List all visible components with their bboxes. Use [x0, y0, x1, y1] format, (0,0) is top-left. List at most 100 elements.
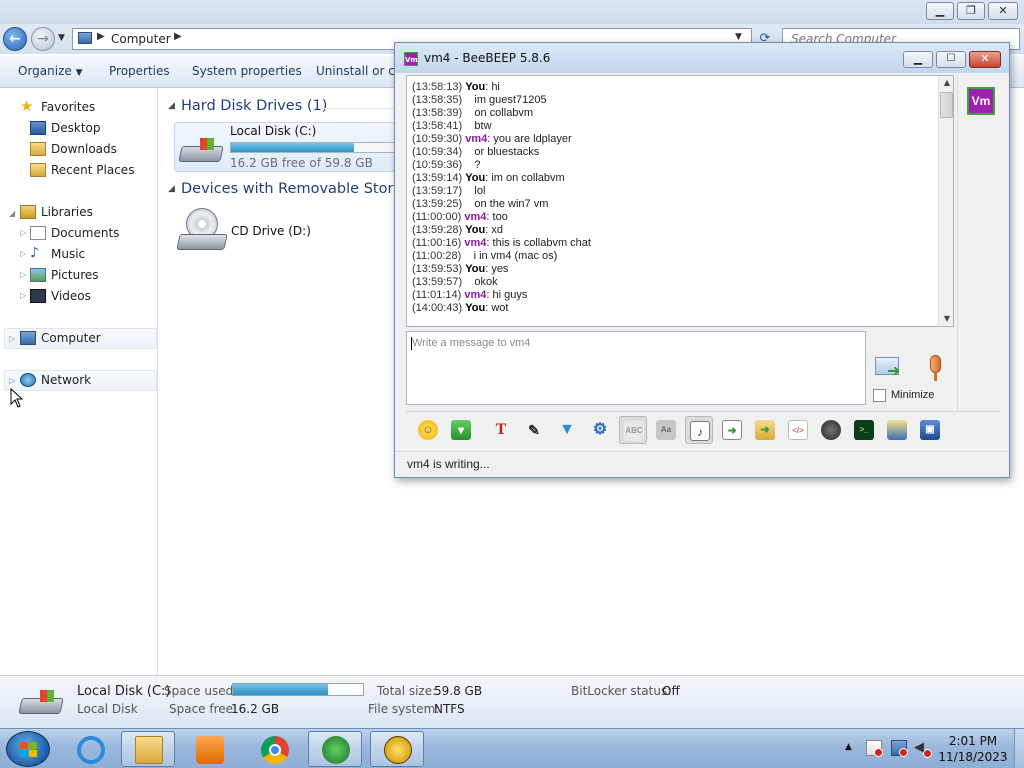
message-text: ?: [474, 159, 481, 171]
html-icon[interactable]: </>: [784, 416, 812, 444]
organize-label: Organize: [18, 64, 72, 78]
save-chat-icon[interactable]: ▾: [447, 416, 475, 444]
taskbar-internet-explorer[interactable]: [63, 731, 117, 767]
chat-message: (11:00:28) i in vm4 (mac os): [412, 250, 557, 262]
show-hidden-icons-icon[interactable]: ▲: [845, 742, 852, 752]
network-tray-icon[interactable]: [891, 740, 908, 757]
show-desktop-button[interactable]: [1014, 729, 1024, 768]
message-sender: vm4: [464, 289, 487, 301]
breadcrumb-arrow-icon[interactable]: ▶: [174, 31, 182, 42]
start-button[interactable]: [6, 731, 50, 767]
properties-button[interactable]: Properties: [109, 64, 170, 78]
voice-message-button[interactable]: [924, 353, 946, 383]
chat-members-panel: Vm: [957, 75, 1001, 411]
word-complete-icon[interactable]: Aa: [652, 416, 680, 444]
cd-drive-name[interactable]: CD Drive (D:): [231, 224, 311, 238]
message-text: i in vm4 (mac os): [473, 250, 558, 262]
nav-label: Computer: [41, 331, 101, 345]
collapse-group-icon[interactable]: ◢: [168, 101, 175, 111]
removable-group-header[interactable]: Devices with Removable Storage: [181, 181, 420, 197]
font-icon[interactable]: T: [487, 416, 515, 444]
filter-icon[interactable]: ▼: [553, 416, 581, 444]
message-sender: You: [465, 302, 486, 314]
scroll-down-icon[interactable]: ▼: [939, 312, 953, 326]
sound-icon[interactable]: ♪: [685, 416, 713, 444]
recent-pages-chevron-icon[interactable]: ▼: [58, 33, 65, 43]
restore-button[interactable]: ❐: [957, 2, 985, 20]
settings-icon[interactable]: ⚙: [586, 416, 614, 444]
message-text: or bluestacks: [474, 146, 540, 158]
details-pane: Local Disk (C:) Local Disk Space used: S…: [0, 675, 1024, 728]
scroll-up-icon[interactable]: ▲: [939, 76, 953, 90]
desktop-icon: [30, 121, 46, 135]
breadcrumb-arrow-icon[interactable]: ▶: [97, 31, 105, 42]
message-text: on collabvm: [474, 107, 534, 119]
message-timestamp: (13:59:53): [412, 263, 463, 275]
close-button[interactable]: ✕: [969, 51, 1001, 68]
microphone-icon: [930, 355, 941, 373]
status-bar: vm4 is writing...: [395, 451, 1009, 477]
send-folder-icon[interactable]: ➜: [751, 416, 779, 444]
send-button[interactable]: ➜: [873, 353, 907, 381]
expand-arrow-icon[interactable]: ▷: [20, 228, 26, 237]
expand-arrow-icon[interactable]: ▷: [20, 249, 26, 258]
action-center-icon[interactable]: [866, 740, 883, 757]
emoticons-icon[interactable]: ☺: [414, 416, 442, 444]
taskbar-explorer[interactable]: [121, 731, 175, 767]
chat-message: (10:59:30) vm4: you are ldplayer: [412, 133, 572, 145]
minimize-button[interactable]: ▁: [926, 2, 954, 20]
organize-button[interactable]: Organize ▼: [18, 64, 83, 78]
font-color-icon[interactable]: ✎: [520, 416, 548, 444]
minimize-button[interactable]: ▁: [903, 51, 933, 68]
scroll-thumb[interactable]: [940, 92, 953, 118]
message-placeholder: Write a message to vm4: [412, 337, 531, 349]
close-button[interactable]: ✕: [988, 2, 1018, 20]
collapse-group-icon[interactable]: ◢: [168, 184, 175, 194]
message-timestamp: (10:59:30): [412, 133, 463, 145]
spellcheck-icon[interactable]: ABC: [619, 416, 647, 444]
message-text: im guest71205: [474, 94, 547, 106]
notes-icon[interactable]: [883, 416, 911, 444]
hard-disk-group-header[interactable]: Hard Disk Drives (1): [181, 98, 327, 114]
maximize-button[interactable]: ☐: [936, 51, 966, 68]
back-button[interactable]: ←: [3, 27, 27, 51]
chat-scrollbar[interactable]: ▲ ▼: [938, 76, 953, 326]
message-input[interactable]: Write a message to vm4: [406, 331, 866, 405]
minimize-checkbox[interactable]: [873, 389, 886, 402]
expand-arrow-icon[interactable]: ▷: [9, 334, 15, 343]
shell-icon[interactable]: >_: [850, 416, 878, 444]
message-timestamp: (14:00:43): [412, 302, 463, 314]
forward-button[interactable]: →: [31, 27, 55, 51]
message-sender: vm4: [464, 237, 487, 249]
taskbar-download-manager[interactable]: [308, 731, 362, 767]
message-timestamp: (10:59:34): [412, 146, 463, 158]
user-avatar[interactable]: Vm: [967, 87, 995, 115]
file-system-value: NTFS: [434, 702, 465, 716]
clock-date[interactable]: 11/18/2023: [933, 750, 1013, 764]
chat-message: (11:00:00) vm4: too: [412, 211, 508, 223]
clock-time[interactable]: 2:01 PM: [933, 734, 1013, 748]
expand-arrow-icon[interactable]: ▷: [9, 376, 15, 385]
breadcrumb-computer[interactable]: Computer: [111, 32, 171, 46]
send-file-icon[interactable]: ➜: [718, 416, 746, 444]
documents-icon: [30, 226, 46, 240]
address-dropdown-icon[interactable]: ▼: [735, 32, 742, 42]
message-timestamp: (11:00:16): [412, 237, 462, 249]
chat-message: (10:59:36) ?: [412, 159, 481, 171]
message-text: lol: [474, 185, 486, 197]
taskbar-media-player[interactable]: [182, 731, 236, 767]
save-icon[interactable]: ▣: [916, 416, 944, 444]
collapse-arrow-icon[interactable]: ◢: [9, 209, 15, 218]
expand-arrow-icon[interactable]: ▷: [20, 270, 26, 279]
screenshot-icon[interactable]: [817, 416, 845, 444]
message-text: xd: [491, 224, 503, 236]
volume-icon[interactable]: ◀: [914, 740, 932, 758]
taskbar-beebeep[interactable]: [370, 731, 424, 767]
taskbar-chrome[interactable]: [247, 731, 301, 767]
chat-message: (14:00:43) You: wot: [412, 302, 509, 314]
beebeep-titlebar[interactable]: Vm vm4 - BeeBEEP 5.8.6 ▁ ☐ ✕: [395, 43, 1009, 73]
message-text: wot: [491, 302, 509, 314]
expand-arrow-icon[interactable]: ▷: [20, 291, 26, 300]
chat-history[interactable]: (13:58:13) You: hi (13:58:35) im guest712…: [406, 75, 954, 327]
system-properties-button[interactable]: System properties: [192, 64, 302, 78]
